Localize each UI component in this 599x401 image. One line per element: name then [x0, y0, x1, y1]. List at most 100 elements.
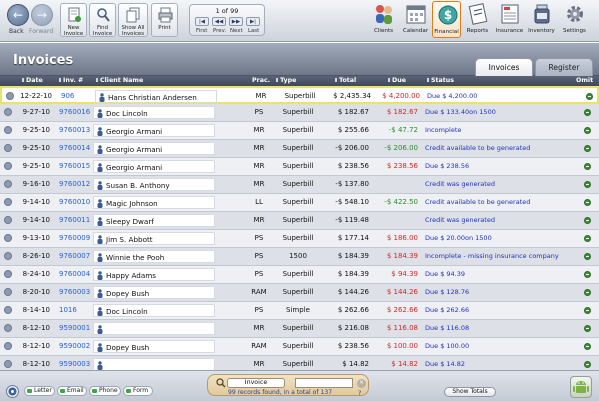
table-row[interactable]: 9-25-10 9760015 Georgio Armani MR Superbill $… — [0, 158, 599, 176]
email-button[interactable]: Email — [57, 386, 87, 396]
table-row[interactable]: 12-22-10 906 Hans Christian Andersen MR Supe… — [0, 86, 599, 104]
omit-toggle-icon[interactable] — [584, 253, 591, 260]
row-select-button[interactable] — [4, 360, 12, 368]
column-header-type[interactable]: Type — [276, 77, 296, 84]
letter-button[interactable]: Letter — [24, 386, 55, 396]
row-select-button[interactable] — [4, 144, 12, 152]
row-invoice-number[interactable]: 906 — [61, 92, 74, 100]
row-invoice-number[interactable]: 1016 — [59, 306, 77, 314]
column-header-date[interactable]: Date — [22, 77, 43, 84]
last-record-button[interactable]: ▶| — [246, 17, 260, 26]
row-select-button[interactable] — [4, 324, 12, 332]
show-totals-button[interactable]: Show Totals — [444, 387, 496, 397]
table-row[interactable]: 9-25-10 9760013 Georgio Armani MR Superbill $… — [0, 122, 599, 140]
show-all-invoices-button[interactable]: Show All Invoices — [118, 3, 148, 37]
table-row[interactable]: 8-14-10 1016 Doc Lincoln PS Simple $ 262.66 $ … — [0, 302, 599, 320]
row-client-field[interactable]: Georgio Armani — [93, 160, 215, 173]
row-select-button[interactable] — [4, 252, 12, 260]
omit-toggle-icon[interactable] — [584, 343, 591, 350]
column-header-client[interactable]: Client Name — [96, 77, 143, 84]
row-invoice-number[interactable]: 9590003 — [59, 360, 90, 368]
back-button[interactable]: ← — [7, 4, 29, 26]
find-invoice-button[interactable]: Find Invoice — [89, 3, 116, 37]
row-select-button[interactable] — [4, 342, 12, 350]
omit-toggle-icon[interactable] — [584, 361, 591, 368]
first-record-button[interactable]: |◀ — [195, 17, 209, 26]
row-invoice-number[interactable]: 9760010 — [59, 198, 90, 206]
omit-toggle-icon[interactable] — [584, 181, 591, 188]
row-select-button[interactable] — [4, 198, 12, 206]
column-header-due[interactable]: Due — [388, 77, 406, 84]
row-select-button[interactable] — [4, 162, 12, 170]
table-row[interactable]: 8-20-10 9760003 Dopey Bush RAM Superbill $ 14… — [0, 284, 599, 302]
row-select-button[interactable] — [4, 270, 12, 278]
phone-button[interactable]: Phone — [89, 386, 121, 396]
row-client-field[interactable] — [93, 322, 215, 335]
row-invoice-number[interactable]: 9760012 — [59, 180, 90, 188]
row-select-button[interactable] — [6, 92, 14, 100]
new-invoice-button[interactable]: New Invoice — [60, 3, 87, 37]
row-invoice-number[interactable]: 9760007 — [59, 252, 90, 260]
column-header-total[interactable]: Total — [335, 77, 356, 84]
column-header-prac[interactable]: Prac. — [252, 77, 270, 84]
financial-button[interactable]: $ Financial — [432, 1, 461, 38]
omit-toggle-icon[interactable] — [584, 271, 591, 278]
row-invoice-number[interactable]: 9760003 — [59, 288, 90, 296]
table-row[interactable]: 8-12-10 9590003 MR Superbill $ 14.82 $ 14.82 D… — [0, 356, 599, 370]
table-row[interactable]: 9-14-10 9760011 Sleepy Dwarf MR Superbill -$ … — [0, 212, 599, 230]
omit-toggle-icon[interactable] — [584, 145, 591, 152]
row-client-field[interactable]: Hans Christian Andersen — [95, 90, 217, 103]
omit-toggle-icon[interactable] — [584, 289, 591, 296]
omit-toggle-icon[interactable] — [586, 93, 593, 100]
omit-toggle-icon[interactable] — [584, 325, 591, 332]
next-record-button[interactable]: ▶▶ — [229, 17, 243, 26]
row-select-button[interactable] — [4, 288, 12, 296]
column-header-status[interactable]: Status — [427, 77, 454, 84]
column-header-omit[interactable]: Omit — [576, 77, 593, 84]
row-client-field[interactable]: Georgio Armani — [93, 124, 215, 137]
table-row[interactable]: 9-13-10 9760009 Jim S. Abbott PS Superbill $ … — [0, 230, 599, 248]
row-client-field[interactable]: Doc Lincoln — [93, 106, 215, 119]
search-input[interactable] — [295, 378, 353, 388]
tab-invoices[interactable]: Invoices — [475, 58, 533, 76]
row-client-field[interactable]: Magic Johnson — [93, 196, 215, 209]
table-row[interactable]: 9-27-10 9760016 Doc Lincoln PS Superbill $ 18… — [0, 104, 599, 122]
inventory-button[interactable]: Inventory — [527, 1, 556, 38]
row-invoice-number[interactable]: 9760016 — [59, 108, 90, 116]
clear-search-button[interactable]: × — [357, 379, 366, 388]
row-invoice-number[interactable]: 9760014 — [59, 144, 90, 152]
row-client-field[interactable]: Dopey Bush — [93, 340, 215, 353]
omit-toggle-icon[interactable] — [584, 199, 591, 206]
forward-button[interactable]: → — [31, 4, 53, 26]
tab-register[interactable]: Register — [535, 58, 593, 76]
row-invoice-number[interactable]: 9590002 — [59, 342, 90, 350]
row-client-field[interactable]: Doc Lincoln — [93, 304, 215, 317]
mobile-sync-button[interactable] — [570, 376, 592, 398]
table-row[interactable]: 8-12-10 9590001 MR Superbill $ 216.08 $ 116.0… — [0, 320, 599, 338]
omit-toggle-icon[interactable] — [584, 307, 591, 314]
row-client-field[interactable]: Dopey Bush — [93, 286, 215, 299]
table-row[interactable]: 9-14-10 9760010 Magic Johnson LL Superbill -$… — [0, 194, 599, 212]
row-select-button[interactable] — [4, 108, 12, 116]
calendar-button[interactable]: Calendar — [401, 1, 430, 38]
row-client-field[interactable]: Happy Adams — [93, 268, 215, 281]
help-button[interactable] — [6, 385, 19, 398]
row-invoice-number[interactable]: 9760013 — [59, 126, 90, 134]
search-help-link[interactable]: ? — [358, 389, 361, 397]
row-invoice-number[interactable]: 9760004 — [59, 270, 90, 278]
omit-toggle-icon[interactable] — [584, 127, 591, 134]
table-row[interactable]: 8-26-10 9760007 Winnie the Pooh PS 1500 $ 184… — [0, 248, 599, 266]
row-invoice-number[interactable]: 9760009 — [59, 234, 90, 242]
table-row[interactable]: 9-16-10 9760012 Susan B. Anthony MR Superbil… — [0, 176, 599, 194]
row-client-field[interactable]: Sleepy Dwarf — [93, 214, 215, 227]
print-button[interactable]: Print — [151, 3, 178, 37]
row-client-field[interactable]: Winnie the Pooh — [93, 250, 215, 263]
settings-button[interactable]: Settings — [560, 1, 589, 38]
form-button[interactable]: Form — [123, 386, 153, 396]
row-select-button[interactable] — [4, 126, 12, 134]
clients-button[interactable]: Clients — [369, 1, 398, 38]
row-invoice-number[interactable]: 9760011 — [59, 216, 90, 224]
row-client-field[interactable]: Jim S. Abbott — [93, 232, 215, 245]
table-row[interactable]: 8-24-10 9760004 Happy Adams PS Superbill $ 18… — [0, 266, 599, 284]
reports-button[interactable]: Reports — [463, 1, 492, 38]
